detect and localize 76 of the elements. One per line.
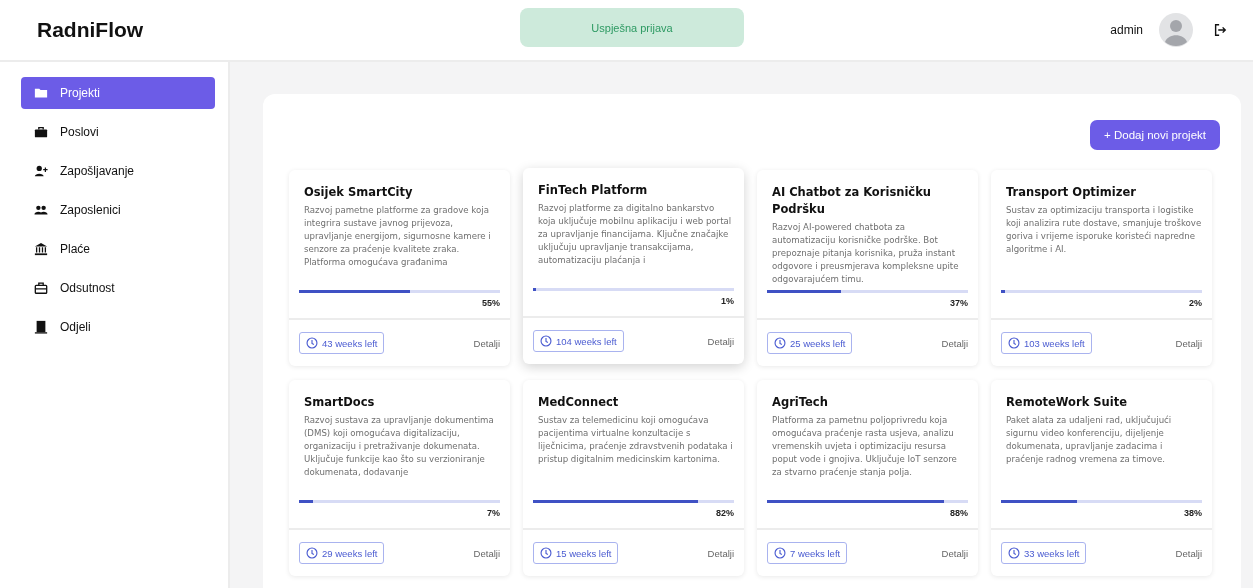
project-description: Razvoj sustava za upravljanje dokumentima (DMS) koji omogućava digitalizaciju, organizaciju i pretraživanje dokumenata. Uključuje funkcije kao što su verzioniranje dokumenata, dodavanje (304, 414, 495, 479)
project-card[interactable] (289, 170, 510, 366)
time-left-text: 25 weeks left (790, 337, 846, 349)
folder-icon (34, 86, 48, 100)
sidebar-item[interactable]: Projekti (21, 77, 215, 109)
briefcase-icon (34, 125, 48, 139)
project-title: AgriTech (772, 394, 829, 411)
time-left-text: 7 weeks left (790, 547, 841, 559)
time-left-text: 43 weeks left (322, 337, 378, 349)
clock-icon (306, 547, 318, 559)
details-link[interactable]: Detalji (473, 337, 500, 349)
project-title: MedConnect (538, 394, 620, 411)
suitcase-icon (34, 281, 48, 295)
project-description: Sustav za telemedicinu koji omogućava pacijentima virtualne konzultacije s liječnicima, praćenje zdravstvenih podataka i pristup digitalnim medicinskim kartonima. (538, 414, 734, 466)
details-link[interactable]: Detalji (707, 547, 734, 559)
time-left-text: 104 weeks left (556, 335, 617, 347)
progress-percent: 37% (950, 298, 968, 308)
project-title: SmartDocs (304, 394, 376, 411)
users-icon (34, 203, 48, 217)
sidebar-item[interactable]: Poslovi (21, 116, 215, 148)
time-left-text: 33 weeks left (1024, 547, 1080, 559)
project-title: FinTech Platform (538, 182, 649, 199)
sidebar-item[interactable]: Plaće (21, 233, 215, 265)
user-plus-icon (34, 164, 48, 178)
user-name: admin (1110, 23, 1143, 37)
success-toast: Uspješna prijava (520, 8, 744, 47)
project-card[interactable]: RemoteWork Suite Paket alata za udaljeni rad, uključujući sigurnu video konferenciju, dijeljenje dokumenata, upravljanje zadacima i praćenje radnog vremena za timove. 38% 33 weeks left Detalji (991, 380, 1212, 576)
clock-icon (1008, 547, 1020, 559)
clock-icon (540, 335, 552, 347)
clock-icon (306, 337, 318, 349)
project-card[interactable] (757, 380, 978, 576)
progress-percent: 1% (721, 296, 734, 306)
project-card[interactable] (289, 380, 510, 576)
details-link[interactable]: Detalji (941, 547, 968, 559)
project-description: Razvoj platforme za digitalno bankarstvo koja uključuje mobilnu aplikaciju i web portal za upravljanje financijama. Ključne značajke uključuju upravljanje transakcijama, automatizaciju plaćanja i (538, 202, 733, 267)
avatar-icon[interactable] (1159, 13, 1193, 47)
time-left-text: 103 weeks left (1024, 337, 1085, 349)
project-card[interactable]: Transport Optimizer Sustav za optimizaciju transporta i logistike koji analizira rute dostave, smanjuje troškove goriva i vrijeme isporuke koristeći napredne algoritme i AI. 2% 103 weeks left Detalji (991, 170, 1212, 366)
project-description: Razvoj AI-powered chatbota za automatizaciju korisničke podrške. Bot prepoznaje pitanja korisnika, pruža instant odgovore i preusmjerava kompleksne upite odgovarajućem timu. (772, 221, 960, 286)
time-left-text: 15 weeks left (556, 547, 612, 559)
logout-icon[interactable] (1213, 23, 1227, 37)
project-title: Osijek SmartCity (304, 184, 414, 201)
project-description: Sustav za optimizaciju transporta i logistike koji analizira rute dostave, smanjuje troškove goriva i vrijeme isporuke koristeći napredne algoritme i AI. (1006, 204, 1202, 256)
progress-percent: 7% (487, 508, 500, 518)
bank-icon (34, 242, 48, 256)
add-project-button[interactable]: + Dodaj novi projekt (1090, 120, 1220, 150)
progress-percent: 38% (1184, 508, 1202, 518)
clock-icon (540, 547, 552, 559)
project-description: Paket alata za udaljeni rad, uključujući sigurnu video konferenciju, dijeljenje dokumenata, upravljanje zadacima i praćenje radnog vremena za timove. (1006, 414, 1173, 466)
project-card[interactable] (757, 170, 978, 366)
progress-percent: 82% (716, 508, 734, 518)
project-title: Transport Optimizer (1006, 184, 1137, 201)
clock-icon (774, 337, 786, 349)
details-link[interactable]: Detalji (707, 335, 734, 347)
project-description: Razvoj pametne platforme za gradove koja integrira sustave javnog prijevoza, upravljanje energijom, sigurnosne kamere i senzore za praćenje kvalitete zraka. Platforma omogućava građanima (304, 204, 492, 269)
details-link[interactable]: Detalji (1175, 337, 1202, 349)
details-link[interactable]: Detalji (473, 547, 500, 559)
sidebar-item[interactable]: Odsutnost (21, 272, 215, 304)
sidebar-item[interactable]: Zaposlenici (21, 194, 215, 226)
sidebar-item[interactable]: Zapošljavanje (21, 155, 215, 187)
app-logo: RadniFlow (37, 18, 144, 42)
details-link[interactable]: Detalji (941, 337, 968, 349)
door-icon (34, 320, 48, 334)
clock-icon (1008, 337, 1020, 349)
project-title: AI Chatbot za Korisničku Podršku (772, 184, 932, 218)
time-left-text: 29 weeks left (322, 547, 378, 559)
details-link[interactable]: Detalji (1175, 547, 1202, 559)
progress-percent: 88% (950, 508, 968, 518)
progress-percent: 2% (1189, 298, 1202, 308)
project-card[interactable]: MedConnect Sustav za telemedicinu koji omogućava pacijentima virtualne konzultacije s liječnicima, praćenje zdravstvenih podataka i pristup digitalnim medicinskim kartonima. 82% 15 weeks left Detalji (523, 380, 744, 576)
progress-percent: 55% (482, 298, 500, 308)
sidebar-item[interactable]: Odjeli (21, 311, 215, 343)
project-description: Platforma za pametnu poljoprivredu koja omogućava praćenje rasta usjeva, analizu vremenskih uvjeta i optimizaciju resursa poput vode i gnojiva. Uključuje IoT senzore za stvarno praćenje stanja polja. (772, 414, 958, 479)
project-title: RemoteWork Suite (1006, 394, 1129, 411)
project-card[interactable] (523, 168, 744, 364)
clock-icon (774, 547, 786, 559)
